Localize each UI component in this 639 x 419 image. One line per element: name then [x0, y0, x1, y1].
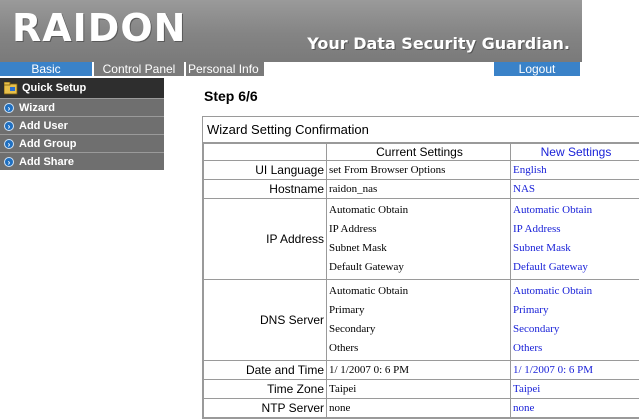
- header-banner: RAIDON Your Data Security Guardian.: [0, 0, 582, 62]
- new-value: IP Address: [513, 223, 561, 235]
- sidebar-header-quick-setup[interactable]: Quick Setup: [0, 78, 164, 98]
- settings-table: Current Settings New Settings UI Languag…: [203, 143, 639, 418]
- new-value: Primary: [513, 304, 549, 316]
- sidebar-item-label: Wizard: [19, 101, 55, 114]
- current-value: Automatic Obtain: [329, 285, 409, 297]
- new-value: Automatic Obtain: [513, 285, 593, 297]
- current-value: Primary: [329, 304, 365, 316]
- top-nav: Basic Control Panel Personal Info Logout: [0, 62, 582, 76]
- page-title: Step 6/6: [204, 88, 258, 104]
- current-value: none: [326, 398, 511, 418]
- wizard-confirmation-panel: Wizard Setting Confirmation Current Sett…: [202, 116, 639, 419]
- logout-button[interactable]: Logout: [494, 62, 580, 76]
- current-value: set From Browser Options: [326, 160, 511, 180]
- brand-tagline: Your Data Security Guardian.: [307, 34, 570, 53]
- new-value-list: Automatic Obtain Primary Secondary Other…: [510, 279, 639, 361]
- new-value: Secondary: [513, 323, 560, 335]
- table-row-ip-address: IP Address Automatic Obtain IP Address S…: [203, 198, 639, 280]
- row-label: Time Zone: [203, 379, 327, 399]
- sidebar-item-label: Add Group: [19, 137, 77, 150]
- new-value: 1/ 1/2007 0: 6 PM: [510, 360, 639, 380]
- column-header-current: Current Settings: [326, 143, 511, 161]
- column-header-new: New Settings: [510, 143, 639, 161]
- row-label: IP Address: [203, 198, 327, 280]
- table-header-row: Current Settings New Settings: [203, 143, 639, 161]
- row-label: Date and Time: [203, 360, 327, 380]
- folder-icon: [4, 81, 18, 94]
- panel-title: Wizard Setting Confirmation: [203, 117, 639, 143]
- arrow-right-icon: ›: [4, 120, 14, 131]
- table-row-date-time: Date and Time 1/ 1/2007 0: 6 PM 1/ 1/200…: [203, 360, 639, 380]
- table-row-ui-language: UI Language set From Browser Options Eng…: [203, 160, 639, 180]
- current-value: Others: [329, 342, 359, 354]
- new-value: NAS: [510, 179, 639, 199]
- sidebar-item-add-group[interactable]: › Add Group: [0, 134, 164, 152]
- new-value: Default Gateway: [513, 261, 588, 273]
- nav-tab-personal-info[interactable]: Personal Info: [186, 62, 264, 76]
- new-value: Others: [513, 342, 543, 354]
- current-value: Secondary: [329, 323, 376, 335]
- brand-logo: RAIDON: [12, 6, 187, 50]
- arrow-right-icon: ›: [4, 138, 14, 149]
- arrow-right-icon: ›: [4, 102, 14, 113]
- current-value: Taipei: [326, 379, 511, 399]
- new-value: Subnet Mask: [513, 242, 571, 254]
- nav-tab-basic[interactable]: Basic: [0, 62, 92, 76]
- arrow-right-icon: ›: [4, 156, 14, 167]
- row-label: NTP Server: [203, 398, 327, 418]
- new-value: English: [510, 160, 639, 180]
- current-value: 1/ 1/2007 0: 6 PM: [326, 360, 511, 380]
- table-row-hostname: Hostname raidon_nas NAS: [203, 179, 639, 199]
- current-value-list: Automatic Obtain IP Address Subnet Mask …: [326, 198, 511, 280]
- sidebar-header-label: Quick Setup: [22, 82, 87, 94]
- sidebar-item-add-user[interactable]: › Add User: [0, 116, 164, 134]
- current-value-list: Automatic Obtain Primary Secondary Other…: [326, 279, 511, 361]
- current-value: Automatic Obtain: [329, 204, 409, 216]
- row-label: UI Language: [203, 160, 327, 180]
- new-value: none: [510, 398, 639, 418]
- sidebar: Quick Setup › Wizard › Add User › Add Gr…: [0, 78, 164, 170]
- new-value: Automatic Obtain: [513, 204, 593, 216]
- row-label: DNS Server: [203, 279, 327, 361]
- table-row-dns-server: DNS Server Automatic Obtain Primary Seco…: [203, 279, 639, 361]
- current-value: Subnet Mask: [329, 242, 387, 254]
- sidebar-item-wizard[interactable]: › Wizard: [0, 98, 164, 116]
- current-value: Default Gateway: [329, 261, 404, 273]
- new-value-list: Automatic Obtain IP Address Subnet Mask …: [510, 198, 639, 280]
- row-label: Hostname: [203, 179, 327, 199]
- new-value: Taipei: [510, 379, 639, 399]
- sidebar-item-add-share[interactable]: › Add Share: [0, 152, 164, 170]
- sidebar-item-label: Add User: [19, 119, 68, 132]
- current-value: IP Address: [329, 223, 377, 235]
- nav-tab-control-panel[interactable]: Control Panel: [94, 62, 184, 76]
- table-row-ntp-server: NTP Server none none: [203, 398, 639, 418]
- current-value: raidon_nas: [326, 179, 511, 199]
- table-row-time-zone: Time Zone Taipei Taipei: [203, 379, 639, 399]
- header-blank: [203, 143, 327, 161]
- sidebar-item-label: Add Share: [19, 155, 75, 168]
